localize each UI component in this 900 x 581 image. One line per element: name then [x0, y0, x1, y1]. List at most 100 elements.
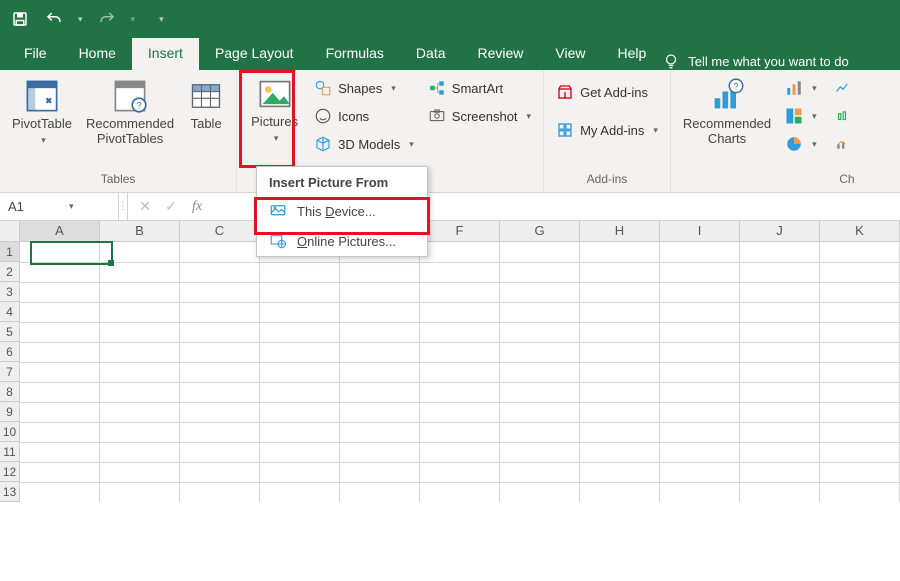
cell[interactable] — [180, 262, 260, 283]
cell[interactable] — [100, 262, 180, 283]
cell[interactable] — [100, 342, 180, 363]
cell[interactable] — [660, 262, 740, 283]
cell[interactable] — [180, 402, 260, 423]
cell[interactable] — [260, 342, 340, 363]
bar-chart-button[interactable]: ▾ — [781, 76, 821, 100]
cell[interactable] — [260, 482, 340, 502]
cell[interactable] — [740, 242, 820, 263]
cell[interactable] — [500, 462, 580, 483]
cell[interactable] — [820, 242, 900, 263]
row-header[interactable]: 4 — [0, 302, 20, 322]
tab-file[interactable]: File — [8, 38, 63, 70]
cell[interactable] — [180, 362, 260, 383]
cell[interactable] — [580, 462, 660, 483]
cell[interactable] — [740, 262, 820, 283]
cell[interactable] — [820, 302, 900, 323]
cell[interactable] — [340, 362, 420, 383]
cell[interactable] — [820, 422, 900, 443]
cell[interactable] — [180, 342, 260, 363]
line-chart-button[interactable] — [829, 76, 855, 100]
tab-formulas[interactable]: Formulas — [310, 38, 400, 70]
cell[interactable] — [180, 282, 260, 303]
cell[interactable] — [500, 382, 580, 403]
cell[interactable] — [500, 242, 580, 263]
row-header[interactable]: 8 — [0, 382, 20, 402]
cell[interactable] — [820, 482, 900, 502]
cell[interactable] — [420, 242, 500, 263]
cell[interactable] — [660, 482, 740, 502]
cell[interactable] — [340, 262, 420, 283]
cell[interactable] — [580, 262, 660, 283]
cell[interactable] — [340, 302, 420, 323]
cell[interactable] — [580, 242, 660, 263]
row-header[interactable]: 11 — [0, 442, 20, 462]
col-header[interactable]: B — [100, 221, 180, 241]
cell[interactable] — [580, 302, 660, 323]
cell[interactable] — [100, 282, 180, 303]
row-header[interactable]: 1 — [0, 242, 20, 262]
cell[interactable] — [820, 282, 900, 303]
cell[interactable] — [20, 442, 100, 463]
tell-me-search[interactable]: Tell me what you want to do — [662, 52, 862, 70]
row-header[interactable]: 9 — [0, 402, 20, 422]
my-addins-button[interactable]: My Add-ins▾ — [552, 118, 662, 142]
cell[interactable] — [20, 282, 100, 303]
cell[interactable] — [20, 362, 100, 383]
col-header[interactable]: H — [580, 221, 660, 241]
shapes-button[interactable]: Shapes▾ — [310, 76, 418, 100]
cell[interactable] — [580, 322, 660, 343]
cell[interactable] — [260, 322, 340, 343]
cell[interactable] — [100, 242, 180, 263]
statistic-chart-button[interactable] — [829, 104, 855, 128]
cell[interactable] — [420, 402, 500, 423]
cell[interactable] — [660, 242, 740, 263]
cell[interactable] — [580, 382, 660, 403]
cell[interactable] — [100, 482, 180, 502]
tab-help[interactable]: Help — [602, 38, 663, 70]
cell[interactable] — [20, 302, 100, 323]
row-header[interactable]: 10 — [0, 422, 20, 442]
cell[interactable] — [20, 422, 100, 443]
worksheet[interactable]: A B C D E F G H I J K 12345678910111213 — [0, 221, 900, 502]
cell[interactable] — [100, 442, 180, 463]
cell[interactable] — [20, 462, 100, 483]
cell[interactable] — [500, 342, 580, 363]
cell[interactable] — [820, 262, 900, 283]
col-header[interactable]: A — [20, 221, 100, 241]
recommended-pivottables-button[interactable]: ? RecommendedPivotTables — [82, 74, 178, 146]
cell[interactable] — [340, 482, 420, 502]
name-box[interactable]: ▾ — [0, 193, 119, 220]
row-header[interactable]: 12 — [0, 462, 20, 482]
cell[interactable] — [740, 342, 820, 363]
cell[interactable] — [100, 462, 180, 483]
cell[interactable] — [660, 422, 740, 443]
chevron-down-icon[interactable]: ▾ — [69, 201, 74, 212]
select-all-corner[interactable] — [0, 221, 20, 241]
cell[interactable] — [340, 342, 420, 363]
cell[interactable] — [820, 402, 900, 423]
recommended-charts-button[interactable]: ? RecommendedCharts — [679, 74, 775, 146]
cell[interactable] — [500, 422, 580, 443]
col-header[interactable]: J — [740, 221, 820, 241]
cell[interactable] — [740, 302, 820, 323]
cell[interactable] — [340, 462, 420, 483]
row-header[interactable]: 5 — [0, 322, 20, 342]
cell[interactable] — [580, 342, 660, 363]
cell[interactable] — [500, 402, 580, 423]
qat-customize-icon[interactable]: ▾ — [159, 14, 164, 25]
cell[interactable] — [500, 482, 580, 502]
cell[interactable] — [20, 242, 100, 263]
cell[interactable] — [420, 362, 500, 383]
cell[interactable] — [420, 382, 500, 403]
col-header[interactable]: C — [180, 221, 260, 241]
cell[interactable] — [420, 262, 500, 283]
redo-more-icon[interactable]: ▾ — [131, 14, 136, 25]
row-header[interactable]: 2 — [0, 262, 20, 282]
tab-data[interactable]: Data — [400, 38, 462, 70]
cell[interactable] — [660, 442, 740, 463]
cell[interactable] — [260, 442, 340, 463]
cell[interactable] — [20, 482, 100, 502]
enter-formula-button[interactable]: ✓ — [158, 193, 184, 220]
cell[interactable] — [500, 302, 580, 323]
cell[interactable] — [100, 322, 180, 343]
